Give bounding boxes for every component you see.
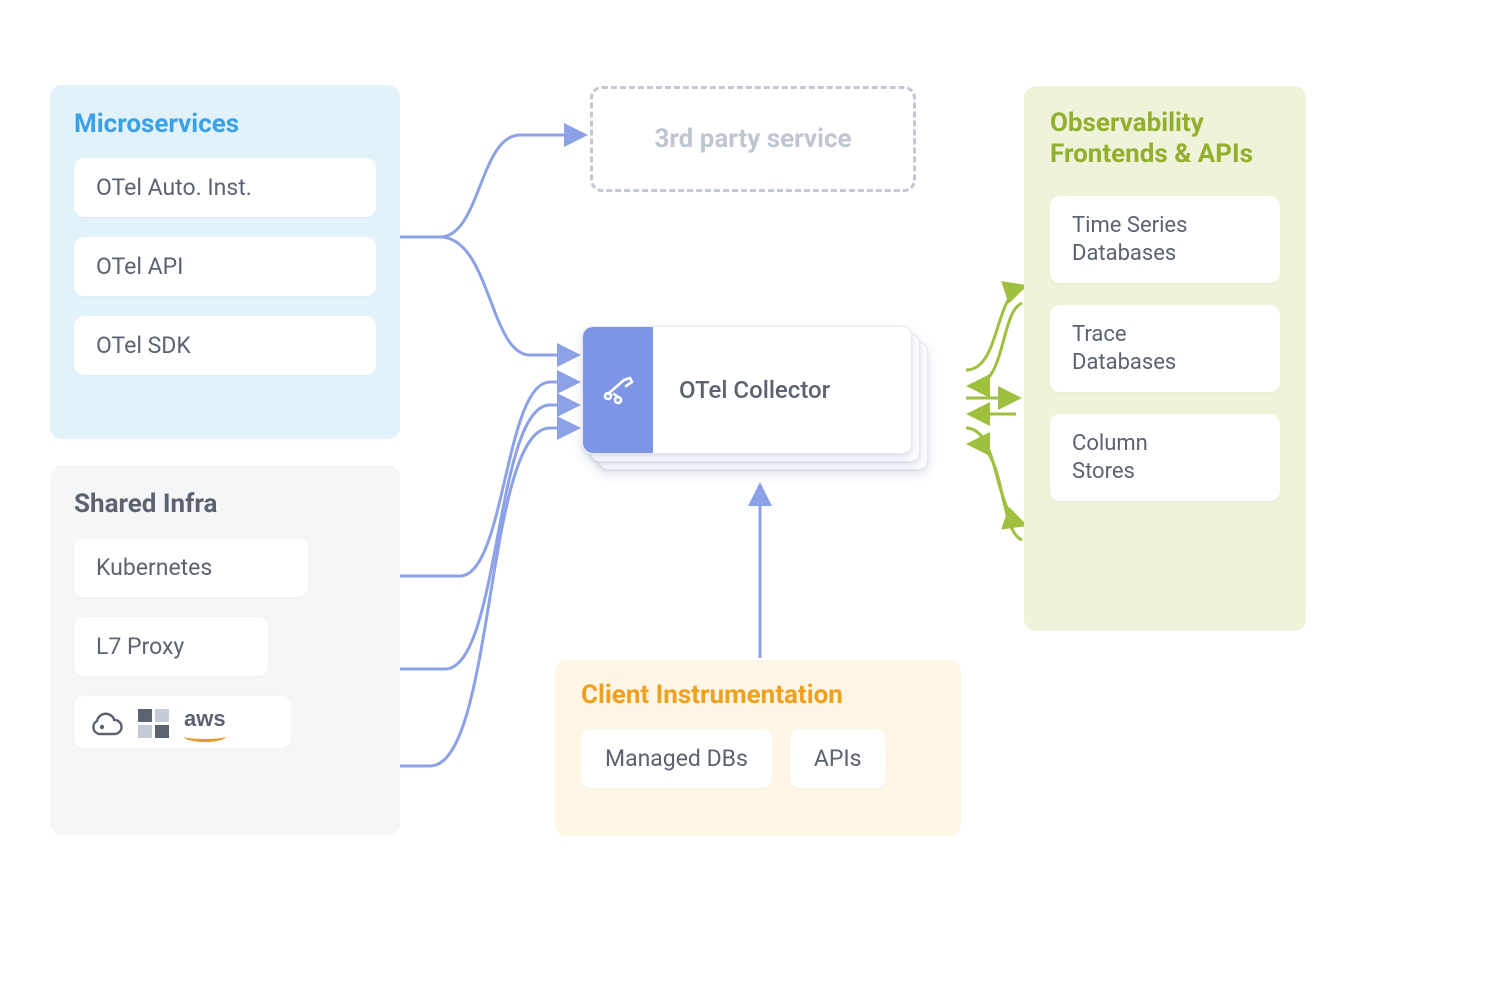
aws-icon: aws xyxy=(184,706,226,742)
shared-infra-title: Shared Infra xyxy=(74,489,376,520)
telescope-icon xyxy=(583,327,653,453)
observability-panel: Observability Frontends & APIs Time Seri… xyxy=(1024,86,1306,631)
microservices-title: Microservices xyxy=(74,109,376,140)
gcp-icon xyxy=(90,709,124,739)
observability-item-tracedb: Trace Databases xyxy=(1050,305,1280,392)
observability-item-column-stores-line2: Stores xyxy=(1072,458,1258,486)
microservices-panel: Microservices OTel Auto. Inst. OTel API … xyxy=(50,85,400,439)
shared-infra-panel: Shared Infra Kubernetes L7 Proxy aws xyxy=(50,465,400,835)
client-instrumentation-title: Client Instrumentation xyxy=(581,680,935,711)
observability-title: Observability Frontends & APIs xyxy=(1050,108,1280,170)
azure-icon xyxy=(138,709,170,739)
shared-infra-item-l7-proxy: L7 Proxy xyxy=(74,617,268,676)
observability-item-tracedb-line1: Trace xyxy=(1072,321,1258,349)
observability-item-tsdb-line1: Time Series xyxy=(1072,212,1258,240)
observability-item-tracedb-line2: Databases xyxy=(1072,349,1258,377)
client-instrumentation-item-managed-dbs: Managed DBs xyxy=(581,729,772,788)
observability-title-line2: Frontends & APIs xyxy=(1050,139,1253,169)
third-party-service-box: 3rd party service xyxy=(590,86,916,192)
client-instrumentation-panel: Client Instrumentation Managed DBs APIs xyxy=(555,660,961,836)
microservices-item-otel-auto-inst: OTel Auto. Inst. xyxy=(74,158,376,217)
otel-collector-box: OTel Collector xyxy=(582,326,926,466)
otel-collector-label: OTel Collector xyxy=(653,327,911,453)
shared-infra-item-kubernetes: Kubernetes xyxy=(74,538,308,597)
shared-infra-item-clouds: aws xyxy=(74,696,291,748)
microservices-item-otel-sdk: OTel SDK xyxy=(74,316,376,375)
observability-item-tsdb: Time Series Databases xyxy=(1050,196,1280,283)
observability-title-line1: Observability xyxy=(1050,108,1204,138)
observability-item-tsdb-line2: Databases xyxy=(1072,240,1258,268)
observability-item-column-stores-line1: Column xyxy=(1072,430,1258,458)
third-party-service-label: 3rd party service xyxy=(654,124,851,154)
observability-item-column-stores: Column Stores xyxy=(1050,414,1280,501)
client-instrumentation-item-apis: APIs xyxy=(790,729,886,788)
collector-stack-card-front: OTel Collector xyxy=(582,326,912,454)
microservices-item-otel-api: OTel API xyxy=(74,237,376,296)
